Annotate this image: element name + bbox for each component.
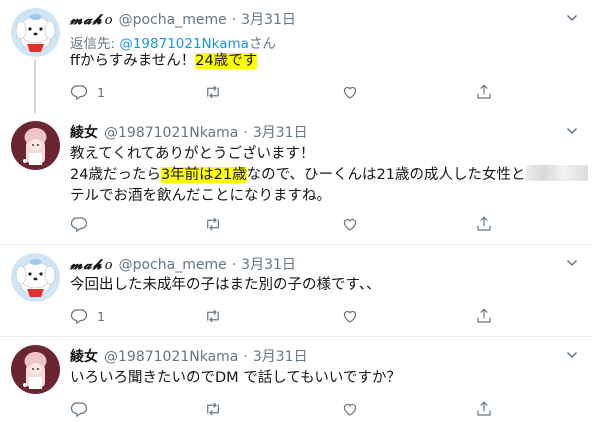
author-name[interactable]: 𝓶𝓪𝓱 [70, 257, 103, 273]
retweet-button[interactable] [204, 305, 222, 327]
reply-button[interactable]: 1 [70, 305, 105, 327]
like-button[interactable] [341, 213, 359, 235]
share-button[interactable] [475, 305, 493, 327]
reply-icon [70, 309, 88, 325]
text-part: ffからすみません！ [70, 53, 196, 69]
tweet-header: 𝓶𝓪𝓱 o @pocha_meme · 3月31日 [70, 254, 296, 274]
highlighted-text: 24歳です [195, 53, 258, 69]
separator-dot: · [231, 257, 237, 273]
reply-to-suffix: さん [248, 36, 276, 52]
tweet[interactable]: 𝓶𝓪𝓱 o @pocha_meme · 3月31日 返信先: @19871021… [0, 0, 592, 113]
author-handle[interactable]: @19871021Nkama [104, 349, 238, 365]
tweet-header: 𝓶𝓪𝓱 o @pocha_meme · 3月31日 [70, 9, 296, 29]
text-part: なので、ひーくんは21歳の成人した女性と [246, 167, 526, 183]
text-part: 今回出した未成年の子はまた別の子の様です、、 [70, 277, 381, 293]
retweet-icon [207, 309, 219, 323]
author-handle[interactable]: @19871021Nkama [104, 125, 238, 141]
author-name-suffix[interactable]: o [105, 258, 113, 273]
like-button[interactable] [341, 305, 359, 327]
tweet-text: 今回出した未成年の子はまた別の子の様です、、 [70, 275, 381, 296]
reply-count: 1 [97, 308, 105, 324]
thread-line [34, 60, 36, 113]
like-icon [343, 403, 357, 416]
caret-down-icon[interactable] [566, 349, 578, 361]
tweet-date[interactable]: 3月31日 [253, 122, 308, 142]
avatar[interactable] [11, 253, 60, 302]
share-button[interactable] [475, 81, 493, 103]
author-handle[interactable]: @pocha_meme [119, 12, 227, 28]
like-icon [343, 86, 357, 99]
retweet-icon [207, 217, 219, 231]
share-button[interactable] [475, 213, 493, 235]
reply-count: 1 [97, 84, 105, 100]
share-icon [477, 401, 491, 416]
tweet-actions: 1 [70, 81, 510, 103]
avatar[interactable] [11, 8, 60, 57]
avatar[interactable] [11, 121, 60, 170]
reply-button[interactable]: 1 [70, 81, 105, 103]
separator-dot: · [243, 125, 248, 141]
tweet-text: いろいろ聞きたいのでDM で話してもいいですか？ [70, 368, 401, 389]
retweet-icon [207, 402, 219, 416]
author-name-suffix[interactable]: o [105, 13, 113, 28]
highlighted-text: 3年前は21歳 [160, 167, 247, 183]
tweet[interactable]: 綾女 @19871021Nkama · 3月31日 いろいろ聞きたいのでDM で… [0, 337, 592, 422]
retweet-button[interactable] [204, 213, 222, 235]
tweet-text-line: 24歳だったら3年前は21歳なので、ひーくんは21歳の成人した女性と [70, 165, 588, 186]
tweet-date[interactable]: 3月31日 [253, 346, 308, 366]
separator-dot: · [243, 349, 248, 365]
reply-button[interactable] [70, 213, 88, 235]
tweet-text: ffからすみません！24歳です [70, 51, 258, 72]
tweet-text-line: テルでお酒を飲んだことになりますね。 [70, 186, 331, 207]
reply-to-prefix: 返信先: [70, 36, 120, 52]
reply-button[interactable] [70, 398, 88, 420]
retweet-button[interactable] [204, 81, 222, 103]
share-icon [477, 216, 491, 231]
like-button[interactable] [341, 81, 359, 103]
text-part: 教えてくれてありがとうございます！ [70, 146, 315, 162]
tweet-date[interactable]: 3月31日 [241, 9, 296, 29]
reply-icon [70, 217, 88, 233]
caret-down-icon[interactable] [566, 125, 578, 137]
tweet-actions [70, 213, 510, 235]
author-handle[interactable]: @pocha_meme [119, 257, 227, 273]
author-name[interactable]: 綾女 [70, 346, 98, 366]
retweet-icon [207, 85, 219, 99]
blurred-text [525, 165, 588, 181]
tweet[interactable]: 綾女 @19871021Nkama · 3月31日 教えてくれてありがとうござい… [0, 113, 592, 245]
text-part: いろいろ聞きたいのでDM で話してもいいですか？ [70, 370, 401, 386]
reply-icon [70, 402, 88, 418]
reply-to-line: 返信先: @19871021Nkamaさん [70, 32, 276, 52]
share-button[interactable] [475, 398, 493, 420]
tweet-actions [70, 398, 510, 420]
caret-down-icon[interactable] [566, 12, 578, 24]
tweet-text-line: 教えてくれてありがとうございます！ [70, 144, 314, 165]
tweet[interactable]: 𝓶𝓪𝓱 o @pocha_meme · 3月31日 今回出した未成年の子はまた別… [0, 245, 592, 337]
reply-icon [70, 85, 88, 101]
reply-to-mention[interactable]: @19871021Nkama [119, 36, 249, 52]
tweet-actions: 1 [70, 305, 510, 327]
like-button[interactable] [341, 398, 359, 420]
tweet-date[interactable]: 3月31日 [241, 254, 296, 274]
retweet-button[interactable] [204, 398, 222, 420]
share-icon [477, 84, 491, 99]
tweet-header: 綾女 @19871021Nkama · 3月31日 [70, 122, 308, 142]
author-name[interactable]: 𝓶𝓪𝓱 [70, 12, 103, 28]
like-icon [343, 310, 357, 323]
text-part: テルでお酒を飲んだことになりますね。 [70, 188, 331, 204]
author-name[interactable]: 綾女 [70, 122, 98, 142]
share-icon [477, 308, 491, 323]
tweet-header: 綾女 @19871021Nkama · 3月31日 [70, 346, 308, 366]
text-part: 24歳だったら [70, 167, 161, 183]
avatar[interactable] [11, 345, 60, 394]
caret-down-icon[interactable] [566, 257, 578, 269]
like-icon [343, 218, 357, 231]
separator-dot: · [231, 12, 237, 28]
